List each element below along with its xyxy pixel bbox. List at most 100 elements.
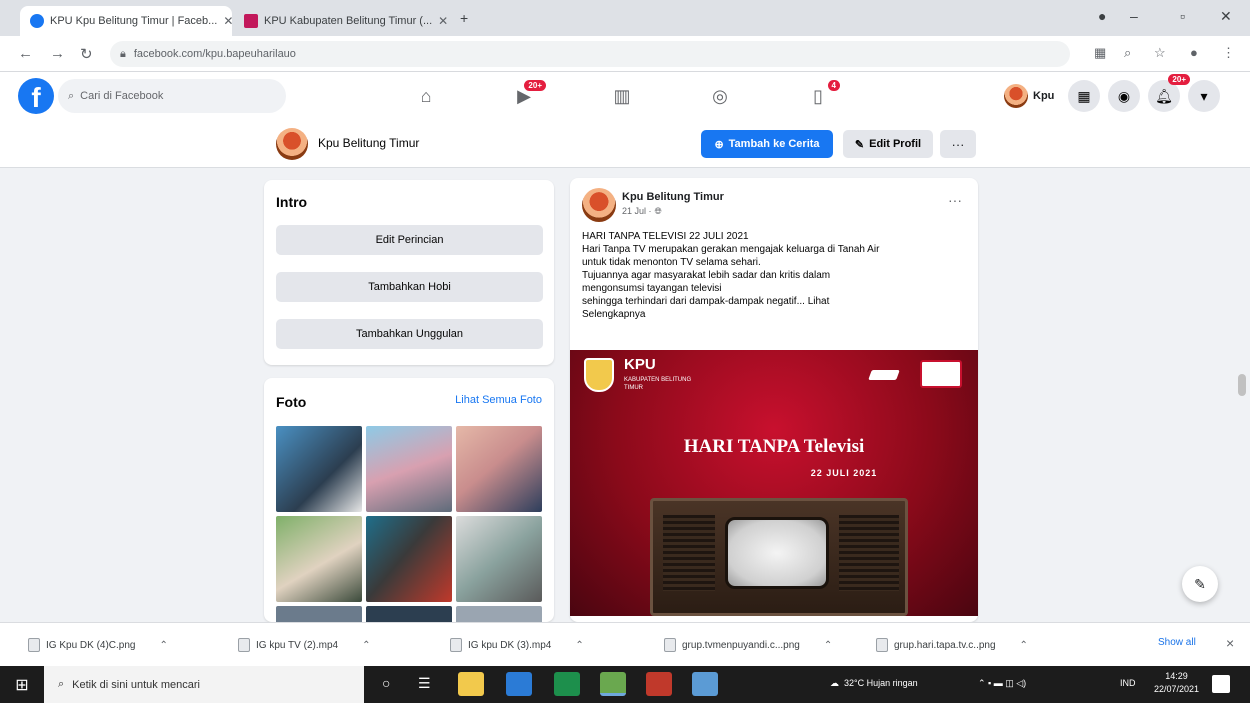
- file-explorer-icon[interactable]: [458, 672, 484, 696]
- cortana-icon[interactable]: ○: [382, 675, 390, 691]
- post-line: untuk tidak menonton TV selama sehari.: [582, 257, 761, 268]
- address-bar-row: ← → ↻ 🔒︎ facebook.com/kpu.bapeuharilauo …: [0, 36, 1250, 72]
- image-org-subtitle: KABUPATEN BELITUNG TIMUR: [624, 377, 692, 391]
- photo-thumbnail[interactable]: [456, 516, 542, 602]
- close-window-icon[interactable]: ✕: [1220, 8, 1232, 25]
- add-to-story-button[interactable]: ⊕ Tambah ke Cerita: [701, 130, 833, 158]
- edit-details-button[interactable]: Edit Perincian: [276, 225, 543, 255]
- back-icon[interactable]: ←: [18, 45, 33, 62]
- account-icon[interactable]: ●: [1190, 45, 1198, 60]
- marketplace-icon[interactable]: ▥: [594, 82, 650, 110]
- menu-grid-icon[interactable]: ▦: [1068, 80, 1100, 112]
- page-title[interactable]: Kpu Belitung Timur: [318, 136, 419, 150]
- post-line: HARI TANPA TELEVISI 22 JULI 2021: [582, 231, 749, 242]
- more-options-button[interactable]: ···: [940, 130, 976, 158]
- watch-icon[interactable]: ▶ 20+: [496, 80, 552, 110]
- forward-icon[interactable]: →: [50, 45, 65, 62]
- chevron-down-icon[interactable]: ⌃: [1020, 640, 1028, 651]
- photo-thumbnail[interactable]: [276, 606, 362, 622]
- browser-menu-icon[interactable]: ⋮: [1222, 45, 1235, 61]
- photo-thumbnail[interactable]: [366, 516, 452, 602]
- close-tab-icon[interactable]: ✕: [223, 14, 232, 28]
- page-avatar[interactable]: [276, 128, 308, 160]
- file-icon: [238, 638, 250, 652]
- chevron-down-icon[interactable]: ⌃: [362, 640, 370, 651]
- gaming-icon[interactable]: ▯ 4: [790, 80, 846, 110]
- chevron-down-icon[interactable]: ⌃: [159, 640, 167, 651]
- download-item[interactable]: IG Kpu DK (4)C.png ⌃: [28, 633, 168, 657]
- account-dropdown-icon[interactable]: ▾: [1188, 80, 1220, 112]
- windows-start-icon[interactable]: ⊞: [0, 666, 44, 703]
- intro-title: Intro: [276, 194, 308, 210]
- word-app-icon[interactable]: [506, 672, 532, 696]
- home-icon[interactable]: ⌂: [398, 82, 454, 110]
- download-item[interactable]: IG kpu DK (3).mp4 ⌃: [450, 633, 584, 657]
- browser-tab-active[interactable]: KPU Kpu Belitung Timur | Faceb... ✕: [20, 6, 232, 36]
- download-item[interactable]: grup.tvmenpuyandi.c...png ⌃: [664, 633, 832, 657]
- notification-center-icon[interactable]: [1212, 675, 1230, 693]
- add-featured-button[interactable]: Tambahkan Unggulan: [276, 319, 543, 349]
- browser-tab[interactable]: KPU Kabupaten Belitung Timur (... ✕: [234, 6, 454, 36]
- close-tab-icon[interactable]: ✕: [438, 14, 448, 28]
- url-input[interactable]: 🔒︎ facebook.com/kpu.bapeuharilauo: [110, 41, 1070, 67]
- powerpoint-app-icon[interactable]: [646, 672, 672, 696]
- system-tray-icons[interactable]: ⌃ ▪ ▬ ◫ ◁): [978, 678, 1026, 689]
- photo-thumbnail[interactable]: [456, 426, 542, 512]
- minimize-icon[interactable]: –: [1130, 8, 1138, 24]
- profile-chip[interactable]: Kpu: [1004, 84, 1054, 108]
- language-indicator[interactable]: IND: [1120, 678, 1136, 688]
- notifications-bell-icon[interactable]: 🔔︎ 20+: [1148, 74, 1190, 112]
- download-item[interactable]: IG kpu TV (2).mp4 ⌃: [238, 633, 370, 657]
- post-time: 21 Jul ·: [622, 206, 652, 216]
- post-author-name[interactable]: Kpu Belitung Timur: [622, 191, 724, 203]
- post-line: Tujuannya agar masyarakat lebih sadar da…: [582, 270, 831, 281]
- see-all-photos-link[interactable]: Lihat Semua Foto: [455, 394, 542, 406]
- reload-icon[interactable]: ↻: [80, 45, 93, 63]
- new-message-icon[interactable]: ✎: [1182, 566, 1218, 602]
- download-item[interactable]: grup.hari.tapa.tv.c..png ⌃: [876, 633, 1028, 657]
- chevron-down-icon[interactable]: ⌃: [824, 640, 832, 651]
- photo-thumbnail[interactable]: [276, 426, 362, 512]
- post-author-avatar[interactable]: [582, 188, 616, 222]
- task-view-icon[interactable]: ☰: [418, 675, 431, 692]
- pencil-icon: ✎: [854, 138, 865, 151]
- clock[interactable]: 14:29 22/07/2021: [1154, 670, 1199, 696]
- groups-icon[interactable]: ◎: [692, 82, 748, 110]
- facebook-search-input[interactable]: ⌕ Cari di Facebook: [58, 79, 286, 113]
- photo-thumbnail[interactable]: [366, 606, 452, 622]
- image-headline: HARI TANPA Televisi: [683, 436, 865, 457]
- chrome-app-icon[interactable]: [600, 672, 626, 696]
- zoom-icon[interactable]: ⌕: [1124, 45, 1131, 61]
- post-timestamp[interactable]: 21 Jul · 🌐︎: [622, 206, 662, 217]
- see-more-link[interactable]: Selengkapnya: [582, 308, 968, 321]
- chevron-down-icon[interactable]: ⌃: [575, 640, 583, 651]
- tv-speaker-grille: [839, 515, 899, 591]
- image-date: 22 JULI 2021: [810, 468, 878, 478]
- page-scrollbar-thumb[interactable]: [1238, 374, 1246, 396]
- taskbar-search-input[interactable]: ⌕ Ketik di sini untuk mencari: [44, 666, 364, 703]
- show-all-downloads-link[interactable]: Show all: [1158, 637, 1196, 648]
- maximize-icon[interactable]: ▫: [1180, 8, 1185, 24]
- app-icon[interactable]: [692, 672, 718, 696]
- weather-widget[interactable]: ☁ 32°C Hujan ringan: [830, 678, 918, 689]
- kpu-emblem-icon: [584, 358, 614, 392]
- photo-thumbnail[interactable]: [456, 606, 542, 622]
- close-downloads-icon[interactable]: ×: [1226, 635, 1234, 651]
- photo-thumbnail[interactable]: [366, 426, 452, 512]
- post-menu-button[interactable]: ···: [948, 192, 962, 208]
- clock-date: 22/07/2021: [1154, 684, 1200, 694]
- new-tab-icon[interactable]: +: [460, 10, 468, 26]
- photo-thumbnail[interactable]: [276, 516, 362, 602]
- bookmark-star-icon[interactable]: ☆: [1154, 45, 1166, 61]
- photos-title: Foto: [276, 394, 307, 410]
- extension-icon[interactable]: ▦: [1094, 45, 1106, 61]
- edit-profile-button[interactable]: ✎ Edit Profil: [843, 130, 933, 158]
- post-text: HARI TANPA TELEVISI 22 JULI 2021 Hari Ta…: [582, 230, 968, 321]
- edit-profile-label: Edit Profil: [869, 138, 922, 150]
- facebook-logo-icon[interactable]: f: [18, 78, 54, 114]
- post-image[interactable]: KPU KABUPATEN BELITUNG TIMUR HARI TANPA …: [570, 350, 978, 616]
- profile-circle-icon[interactable]: ●: [1098, 8, 1106, 24]
- excel-app-icon[interactable]: [554, 672, 580, 696]
- messenger-icon[interactable]: ◉: [1108, 80, 1140, 112]
- add-hobbies-button[interactable]: Tambahkan Hobi: [276, 272, 543, 302]
